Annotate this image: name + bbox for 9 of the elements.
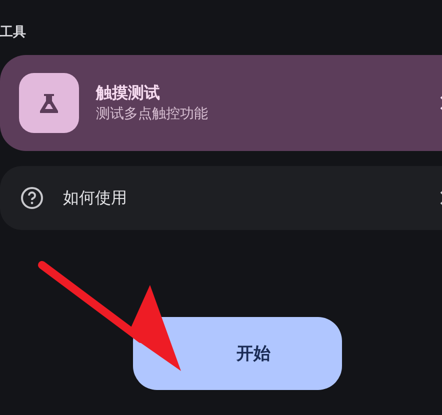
card-subtitle: 测试多点触控功能: [96, 105, 209, 124]
help-row[interactable]: 如何使用: [0, 166, 442, 230]
start-button[interactable]: 开始: [133, 317, 342, 390]
flask-icon: [19, 73, 79, 133]
section-title: 工具: [0, 24, 27, 42]
help-icon: [20, 186, 44, 210]
tool-card[interactable]: 触摸测试 测试多点触控功能: [0, 55, 442, 151]
help-label: 如何使用: [63, 188, 128, 208]
card-title: 触摸测试: [96, 82, 161, 104]
